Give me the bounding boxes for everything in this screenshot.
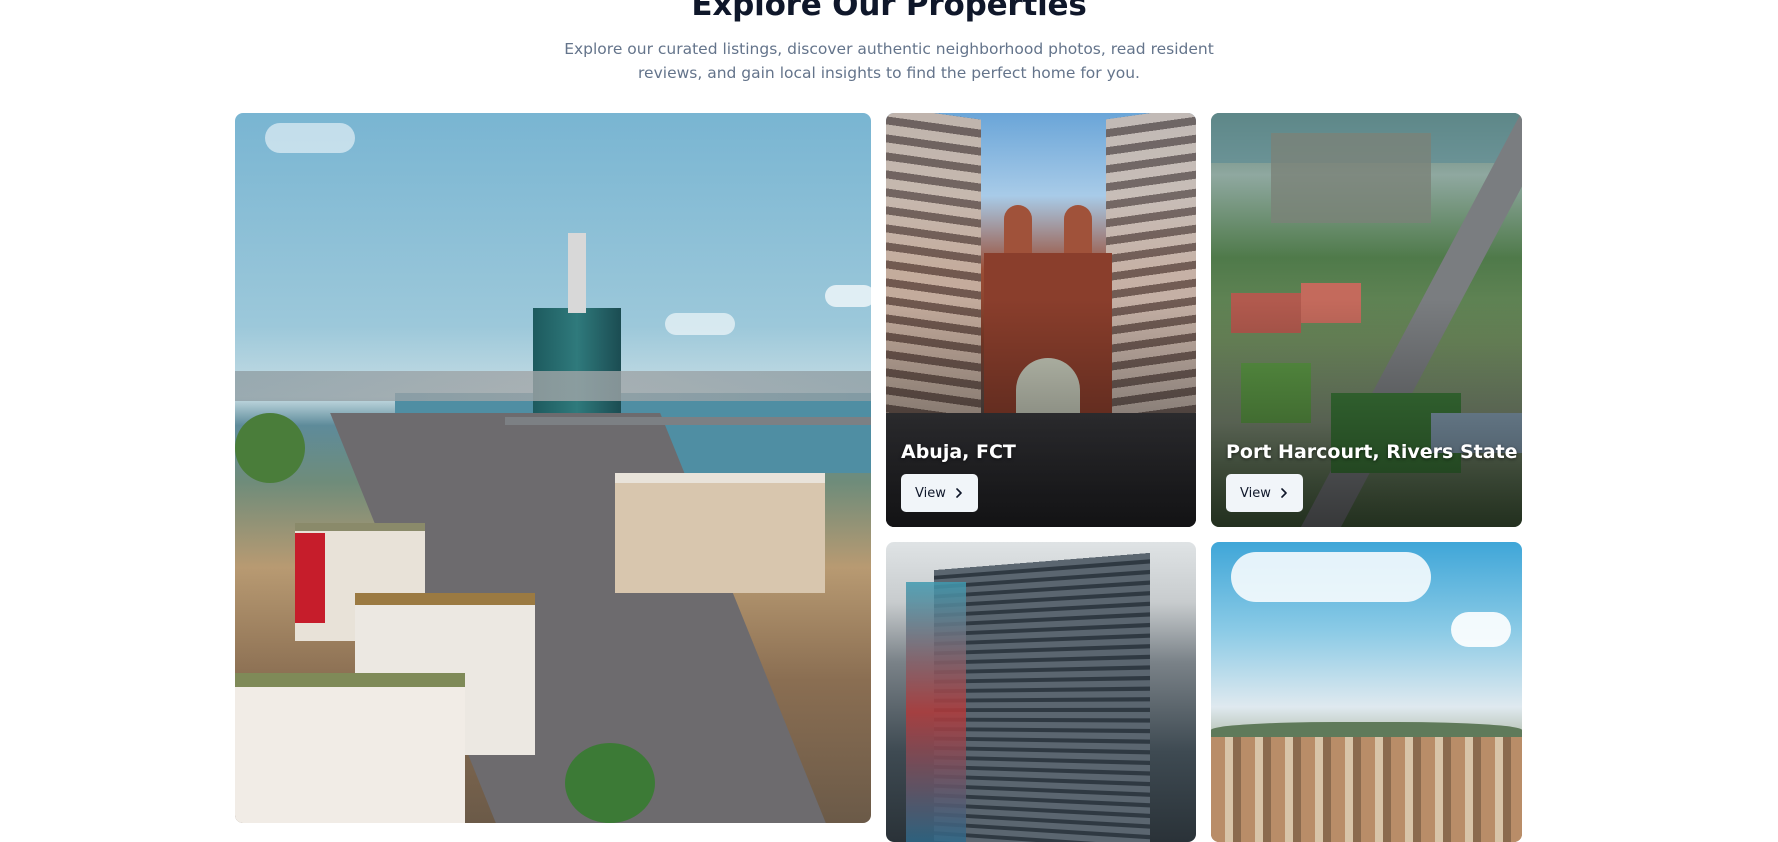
card-title: Abuja, FCT bbox=[901, 441, 1016, 463]
city-aerial-photo bbox=[1211, 542, 1522, 842]
view-button[interactable]: View bbox=[1226, 474, 1303, 512]
view-button-label: View bbox=[1240, 485, 1271, 501]
property-card-abuja[interactable]: Abuja, FCT View bbox=[886, 113, 1196, 527]
chevron-right-icon bbox=[1281, 488, 1287, 498]
section-subtitle: Explore our curated listings, discover a… bbox=[564, 40, 1214, 82]
chevron-right-icon bbox=[956, 488, 962, 498]
lagos-skyline-photo bbox=[235, 113, 871, 823]
property-card-port-harcourt[interactable]: Port Harcourt, Rivers State View bbox=[1211, 113, 1522, 527]
property-card-city[interactable] bbox=[1211, 542, 1522, 842]
section-title: Explore Our Properties bbox=[691, 0, 1087, 23]
view-button[interactable]: View bbox=[901, 474, 978, 512]
card-title: Port Harcourt, Rivers State bbox=[1226, 441, 1518, 463]
high-rise-tower-photo bbox=[886, 542, 1196, 842]
property-card-lagos[interactable] bbox=[235, 113, 871, 823]
view-button-label: View bbox=[915, 485, 946, 501]
property-card-tower[interactable] bbox=[886, 542, 1196, 842]
